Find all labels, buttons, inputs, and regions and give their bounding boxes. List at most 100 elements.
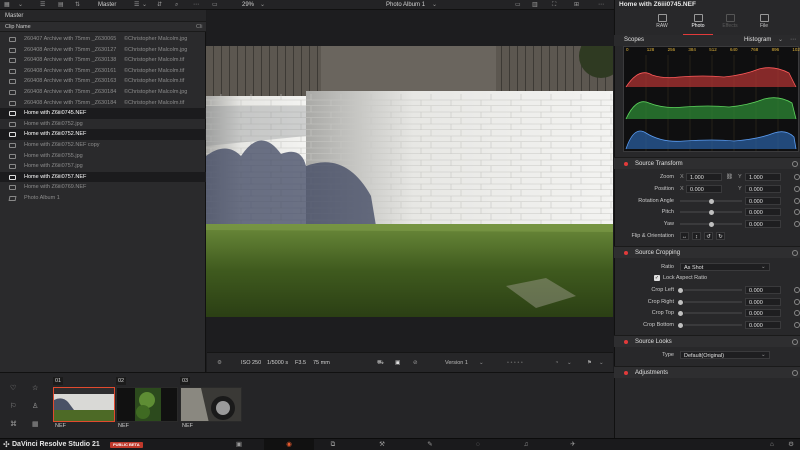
- clip-row[interactable]: 260408 Archive with 75mm _Z630163 ©Christ…: [0, 76, 206, 87]
- clip-row[interactable]: Home with Z6iii0769.NEF: [0, 182, 206, 193]
- crop-right-slider[interactable]: [684, 301, 742, 303]
- rotate-right-icon[interactable]: ↻: [716, 232, 725, 240]
- slider-handle[interactable]: [678, 287, 683, 293]
- reset-icon[interactable]: [794, 287, 800, 293]
- slider-handle[interactable]: [678, 322, 683, 328]
- home-icon[interactable]: ⌂: [766, 441, 778, 449]
- fullscreen-icon[interactable]: ⛶: [552, 1, 556, 9]
- grid-overlay-icon[interactable]: ⊞: [574, 1, 579, 9]
- reset-icon[interactable]: [794, 186, 800, 192]
- rotate-left-icon[interactable]: ↺: [704, 232, 713, 240]
- thumbnail-view-icon[interactable]: ▤: [58, 1, 64, 9]
- settings-sliders-icon[interactable]: ⚙: [217, 353, 222, 373]
- chevron-down-icon[interactable]: ⌄: [432, 1, 437, 9]
- reset-icon[interactable]: [794, 221, 800, 227]
- section-source-transform[interactable]: Source Transform: [614, 157, 800, 169]
- pitch-field[interactable]: 0.000: [745, 208, 781, 216]
- clip-row[interactable]: 260408 Archive with 75mm _Z630138 ©Christ…: [0, 55, 206, 66]
- clip-row[interactable]: Home with Z6iii0757.jpg: [0, 161, 206, 172]
- version-selector[interactable]: Version 1: [445, 353, 468, 373]
- scope-mode-selector[interactable]: Histogram: [744, 37, 771, 43]
- section-source-cropping[interactable]: Source Cropping: [614, 246, 800, 258]
- tab-photo[interactable]: Photo: [683, 11, 713, 35]
- reset-icon[interactable]: [792, 161, 798, 167]
- more-options-icon[interactable]: ⋯: [598, 1, 604, 9]
- enable-toggle[interactable]: [624, 371, 628, 375]
- clip-row[interactable]: Home with Z6iii0752.NEF copy: [0, 140, 206, 151]
- chevron-down-icon[interactable]: ⌄: [761, 350, 766, 360]
- tab-raw[interactable]: RAW: [647, 11, 677, 35]
- section-adjustments[interactable]: Adjustments: [614, 366, 800, 378]
- color-page-icon[interactable]: ◌: [472, 441, 484, 449]
- star-rating[interactable]: • • • • •: [507, 353, 523, 373]
- heart-icon[interactable]: ♡: [10, 384, 16, 392]
- compare-icon[interactable]: ▭: [515, 1, 521, 9]
- photo-page-icon[interactable]: ◉: [283, 441, 295, 449]
- thumbnail-02[interactable]: [116, 387, 178, 422]
- thumbnail-01[interactable]: [53, 387, 115, 422]
- reset-icon[interactable]: [794, 299, 800, 305]
- reset-icon[interactable]: [794, 322, 800, 328]
- chevron-down-icon[interactable]: ⌄: [761, 262, 766, 272]
- clip-row[interactable]: Home with Z6iii0752.NEF: [0, 129, 206, 140]
- column-clip-name[interactable]: Clip Name: [5, 24, 31, 30]
- reset-icon[interactable]: [792, 370, 798, 376]
- reset-icon[interactable]: [794, 310, 800, 316]
- flip-horizontal-icon[interactable]: ↔: [680, 232, 689, 240]
- slider-handle[interactable]: [709, 198, 714, 204]
- chevron-down-icon[interactable]: ⌄: [142, 1, 147, 9]
- flag-icon[interactable]: ⚐: [10, 402, 16, 410]
- crop-left-field[interactable]: 0.000: [745, 286, 781, 294]
- zoom-level[interactable]: 29%: [242, 0, 254, 10]
- fairlight-page-icon[interactable]: ♫: [520, 441, 532, 449]
- chevron-down-icon[interactable]: ⌄: [599, 353, 604, 373]
- photo-view-icon[interactable]: ▣: [395, 353, 400, 373]
- tab-file[interactable]: File: [749, 11, 779, 35]
- reset-icon[interactable]: [792, 339, 798, 345]
- slider-handle[interactable]: [709, 221, 714, 227]
- crop-top-slider[interactable]: [684, 312, 742, 314]
- color-flag-icon[interactable]: ◔: [555, 353, 558, 373]
- search-icon[interactable]: ⌕: [175, 1, 178, 9]
- grid-icon[interactable]: ▦: [4, 1, 10, 9]
- slider-handle[interactable]: [709, 209, 714, 215]
- enable-toggle[interactable]: [624, 340, 628, 344]
- people-icon[interactable]: ♙: [32, 402, 38, 410]
- reset-icon[interactable]: [794, 174, 800, 180]
- sort-order-icon[interactable]: ⇵: [157, 1, 162, 9]
- thumbnail-03[interactable]: [180, 387, 242, 422]
- more-options-icon[interactable]: ⋯: [193, 1, 199, 9]
- more-options-icon[interactable]: ⋯: [790, 36, 796, 43]
- tether-icon[interactable]: ⛟: [377, 353, 384, 373]
- position-y-field[interactable]: 0.000: [745, 185, 781, 193]
- bookmark-icon[interactable]: ⚑: [587, 353, 592, 373]
- clip-row[interactable]: Home with Z6iii0755.jpg: [0, 151, 206, 162]
- deliver-page-icon[interactable]: ✈: [567, 441, 579, 449]
- link-icon[interactable]: ⛓: [726, 172, 733, 182]
- look-type-dropdown[interactable]: Default(Original): [680, 351, 770, 359]
- position-x-field[interactable]: 0.000: [686, 185, 722, 193]
- clip-row[interactable]: Home with Z6iii0757.NEF: [0, 171, 206, 183]
- settings-gear-icon[interactable]: ⚙: [785, 441, 797, 449]
- edit-page-icon[interactable]: ⚒: [376, 441, 388, 449]
- clip-row[interactable]: 260408 Archive with 75mm _Z630161 ©Christ…: [0, 66, 206, 77]
- chevron-down-icon[interactable]: ⌄: [260, 1, 265, 9]
- crop-right-field[interactable]: 0.000: [745, 298, 781, 306]
- fusion-page-icon[interactable]: ✎: [424, 441, 436, 449]
- split-view-icon[interactable]: ▥: [532, 1, 538, 9]
- clip-row[interactable]: 260408 Archive with 75mm _Z630127 ©Christ…: [0, 45, 206, 56]
- flip-vertical-icon[interactable]: ↕: [692, 232, 701, 240]
- chevron-down-icon[interactable]: ⌄: [567, 353, 572, 373]
- clip-row[interactable]: 260407 Archive with 75mm _Z630065 ©Christ…: [0, 34, 206, 45]
- enable-toggle[interactable]: [624, 162, 628, 166]
- slider-handle[interactable]: [678, 310, 683, 316]
- clip-row[interactable]: Photo Album 1: [0, 193, 206, 204]
- clip-row[interactable]: Home with Z6iii0752.jpg: [0, 119, 206, 130]
- cut-page-icon[interactable]: ⧉: [327, 441, 339, 449]
- media-page-icon[interactable]: ▣: [233, 441, 245, 449]
- grid-icon[interactable]: ▦: [32, 420, 39, 428]
- chevron-down-icon[interactable]: ⌄: [778, 36, 783, 43]
- clip-row[interactable]: 260408 Archive with 75mm _Z630184 ©Christ…: [0, 98, 206, 109]
- star-icon[interactable]: ☆: [32, 384, 38, 392]
- reset-icon[interactable]: [794, 209, 800, 215]
